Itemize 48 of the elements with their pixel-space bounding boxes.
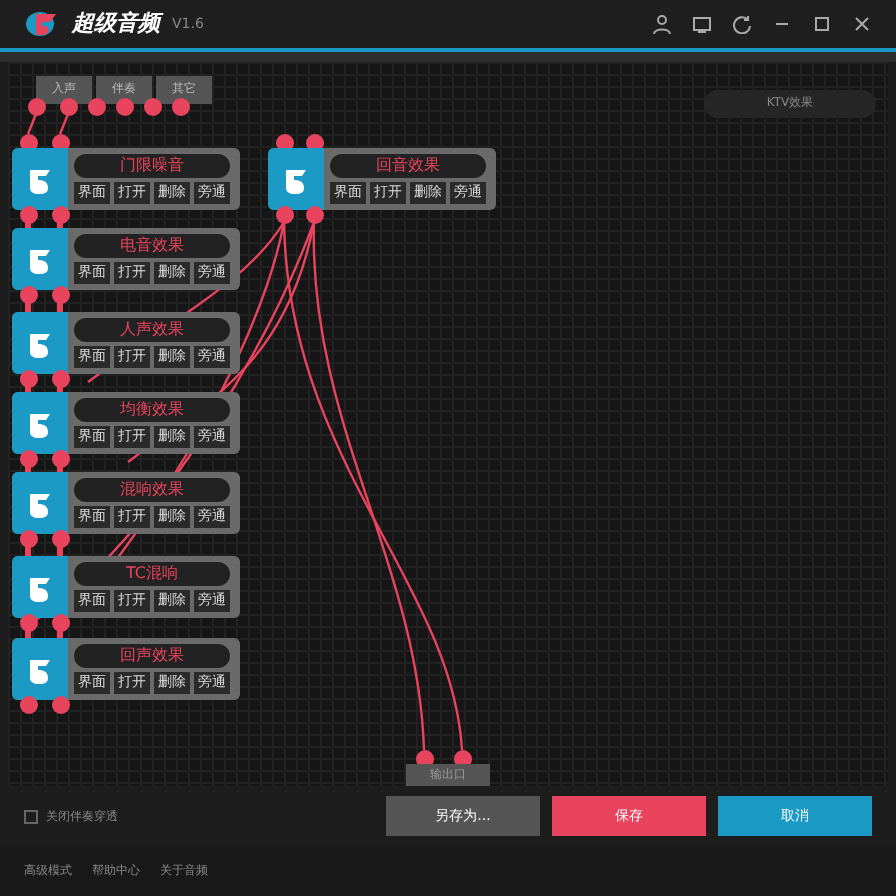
node-title: 回声效果 [74, 644, 230, 668]
patch-cable [58, 113, 70, 135]
plugin-icon [12, 392, 68, 454]
connector-pin[interactable] [306, 206, 324, 224]
app-title: 超级音频 [72, 7, 160, 40]
app-logo-icon [24, 10, 60, 38]
connector-pin[interactable] [276, 206, 294, 224]
connector-pin[interactable] [52, 370, 70, 388]
connector-pin[interactable] [172, 98, 190, 116]
close-icon[interactable] [852, 14, 872, 34]
node-title: 均衡效果 [74, 398, 230, 422]
maximize-icon[interactable] [812, 14, 832, 34]
node-title: 门限噪音 [74, 154, 230, 178]
plugin-icon [12, 312, 68, 374]
connector-pin[interactable] [28, 98, 46, 116]
connector-pin[interactable] [20, 370, 38, 388]
node-title: 回音效果 [330, 154, 486, 178]
plugin-icon [12, 228, 68, 290]
node-title: 人声效果 [74, 318, 230, 342]
connector-pin[interactable] [52, 696, 70, 714]
plugin-icon [268, 148, 324, 210]
connector-pin[interactable] [52, 450, 70, 468]
connector-pin[interactable] [116, 98, 134, 116]
node-title: TC混响 [74, 562, 230, 586]
screen-icon[interactable] [692, 14, 712, 34]
node-title: 混响效果 [74, 478, 230, 502]
checkbox[interactable] [24, 809, 38, 823]
plugin-icon [12, 472, 68, 534]
connector-pin[interactable] [20, 206, 38, 224]
connector-pin[interactable] [20, 696, 38, 714]
refresh-icon[interactable] [732, 14, 752, 34]
connector-pin[interactable] [20, 286, 38, 304]
patch-cable [26, 113, 38, 135]
user-icon[interactable] [652, 14, 672, 34]
connector-pin[interactable] [144, 98, 162, 116]
connector-pin[interactable] [52, 530, 70, 548]
connector-pin[interactable] [52, 206, 70, 224]
connector-pin[interactable] [20, 614, 38, 632]
connector-pin[interactable] [20, 530, 38, 548]
connector-pin[interactable] [60, 98, 78, 116]
plugin-icon [12, 148, 68, 210]
connector-pin[interactable] [88, 98, 106, 116]
plugin-icon [12, 556, 68, 618]
plugin-icon [12, 638, 68, 700]
connector-pin[interactable] [52, 286, 70, 304]
node-title: 电音效果 [74, 234, 230, 258]
connector-pin[interactable] [20, 450, 38, 468]
connector-pin[interactable] [52, 614, 70, 632]
